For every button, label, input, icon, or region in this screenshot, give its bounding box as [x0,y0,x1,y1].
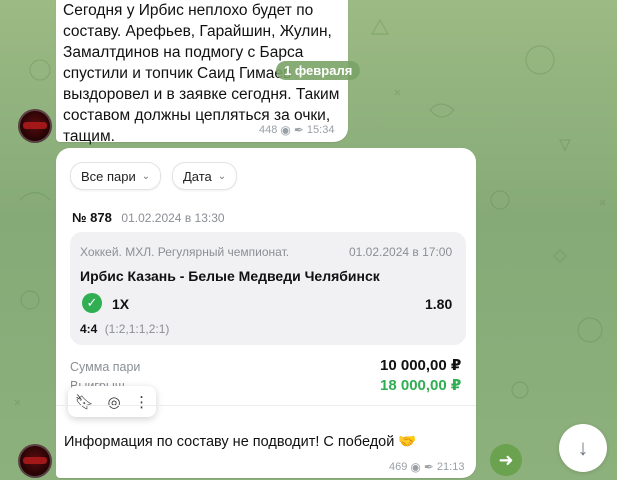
bookmark-icon[interactable]: 🔖︎ [75,393,94,411]
message-time: 21:13 [436,461,465,473]
win-value: 18 000,00 ₽ [380,377,462,394]
eye-icon: ◉ [410,460,421,474]
message-line: Сегодня у Ирбис неплохо будет по [63,2,314,19]
stake-label: Сумма пари [70,360,141,374]
bet-pick: 1X [112,296,130,312]
bet-id: № 878 [72,210,112,225]
view-count: 469 [389,461,408,473]
arrow-down-icon: ↓ [577,435,589,460]
score-main: 4:4 [80,322,98,336]
event-league: Хоккей. МХЛ. Регулярный чемпионат. [80,245,290,259]
message-meta: 469 ◉ ✒ 21:13 [389,460,464,474]
more-vertical-icon[interactable]: ⋮ [134,393,149,411]
message-text: Информация по составу не подводит! С поб… [64,434,417,450]
message-line: составу. Арефьев, Гарайшин, Жулин, [63,23,332,40]
scroll-down-button[interactable]: ↓ [559,424,607,472]
view-count: 448 [259,124,278,136]
filter-date[interactable]: Дата ⌄ [172,162,238,190]
date-separator: 1 февраля [276,61,361,80]
camera-icon[interactable]: ◎ [107,393,120,411]
separator [56,405,476,406]
message-line: выздоровел и в заявке сегодня. Таким [63,86,340,103]
channel-avatar[interactable] [18,109,52,143]
message-time: 15:34 [306,124,335,136]
filter-label: Все пари [81,168,136,184]
bet-number: № 878 01.02.2024 в 13:30 [72,210,225,225]
score-periods: (1:2,1:1,2:1) [104,322,170,336]
check-icon: ✓ [82,293,102,313]
message-meta: 448 ◉ ✒ 15:34 [259,123,334,137]
filter-label: Дата [183,168,212,184]
channel-avatar[interactable] [18,444,52,478]
pin-icon: ✒ [293,123,304,137]
pin-icon: ✒ [423,460,434,474]
arrow-right-icon: ➜ [498,449,514,470]
filter-all-bets[interactable]: Все пари ⌄ [70,162,162,190]
event-date: 01.02.2024 в 17:00 [349,245,453,259]
event-teams: Ирбис Казань - Белые Медведи Челябинск [80,268,380,284]
bet-created-date: 01.02.2024 в 13:30 [121,211,225,225]
final-score: 4:4 (1:2,1:1,2:1) [80,322,169,336]
chevron-down-icon: ⌄ [141,170,151,182]
bet-odds: 1.80 [425,296,453,312]
stake-value: 10 000,00 ₽ [380,357,462,374]
message-line: Замалтдинов на подмогу с Барса [63,44,304,61]
eye-icon: ◉ [280,123,291,137]
chevron-down-icon: ⌄ [217,170,227,182]
message-toolbar: 🔖︎ ◎ ⋮ [68,386,156,417]
share-button[interactable]: ➜ [490,444,522,476]
